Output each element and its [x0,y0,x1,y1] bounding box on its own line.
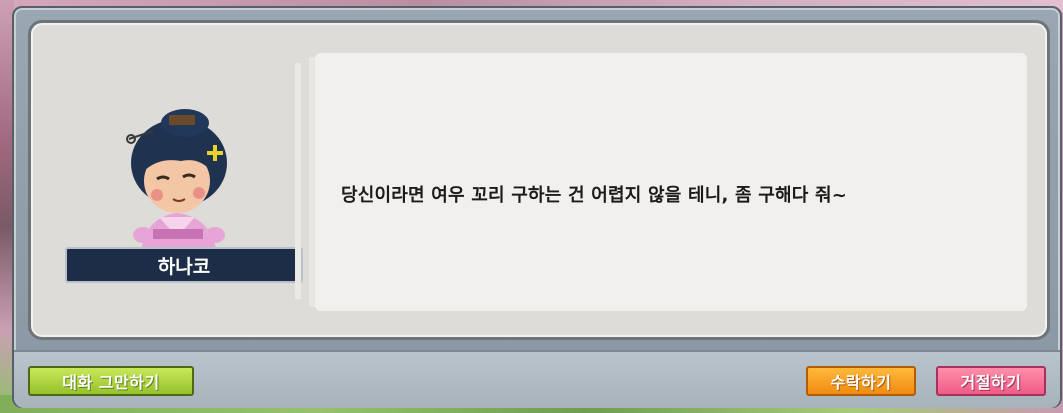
panel-divider [295,63,301,299]
npc-dialog-window: 하나코 당신이라면 여우 꼬리 구하는 건 어렵지 않을 테니, 좀 구해다 줘… [12,6,1062,408]
accept-button[interactable]: 수락하기 [806,366,916,396]
dialog-button-bar: 대화 그만하기 수락하기 거절하기 [14,350,1060,408]
dialog-message: 당신이라면 여우 꼬리 구하는 건 어렵지 않을 테니, 좀 구해다 줘~ [341,185,847,206]
npc-name-tag: 하나코 [65,247,303,283]
npc-portrait [126,109,227,253]
decline-button[interactable]: 거절하기 [936,366,1046,396]
dialog-content-panel: 하나코 당신이라면 여우 꼬리 구하는 건 어렵지 않을 테니, 좀 구해다 줘… [28,20,1050,340]
end-chat-button[interactable]: 대화 그만하기 [28,366,194,396]
